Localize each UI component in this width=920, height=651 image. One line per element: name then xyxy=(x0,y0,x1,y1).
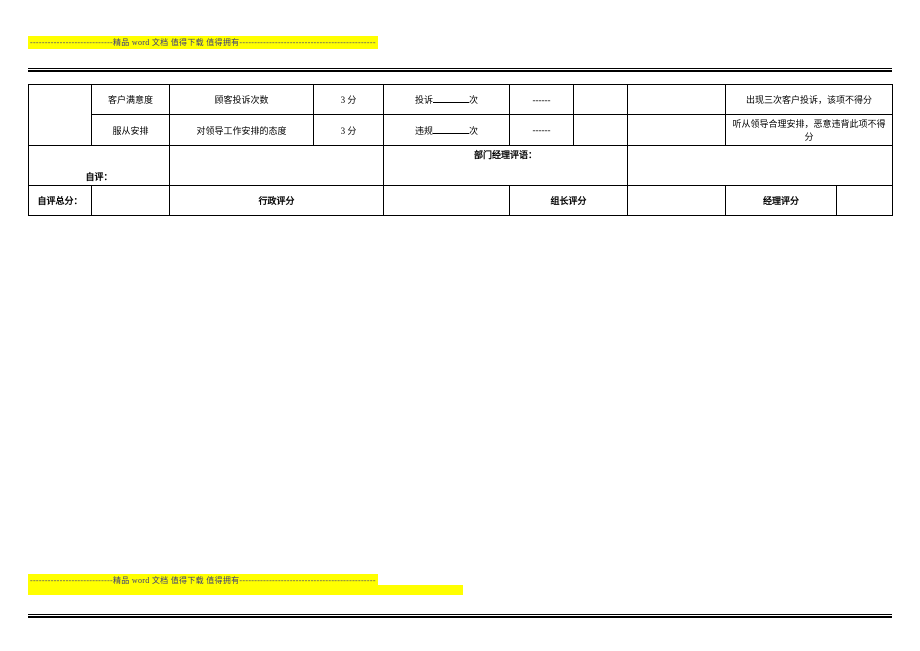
cell-label: 服从安排 xyxy=(92,115,170,146)
table-row: 服从安排 对领导工作安排的态度 3 分 违规次 ------ 听从领导合理安排，… xyxy=(29,115,893,146)
cell-label: 客户满意度 xyxy=(92,85,170,115)
cell-dash: ------ xyxy=(510,115,574,146)
cell-metric: 顾客投诉次数 xyxy=(170,85,314,115)
header-highlight: ----------------------------精品 word 文档 值… xyxy=(28,36,378,49)
cell-dash: ------ xyxy=(510,85,574,115)
footer-highlight-2 xyxy=(28,585,463,595)
cell-self-eval-text xyxy=(170,146,384,186)
cell-admin-score-value xyxy=(384,186,510,216)
cell-blank xyxy=(628,85,726,115)
cell-count: 投诉次 xyxy=(384,85,510,115)
cell-admin-score-label: 行政评分 xyxy=(170,186,384,216)
evaluation-table: 客户满意度 顾客投诉次数 3 分 投诉次 ------ 出现三次客户投诉，该项不… xyxy=(28,84,893,216)
cell-blank xyxy=(574,85,628,115)
top-divider xyxy=(28,68,892,72)
table-row: 自评： 部门经理评语： xyxy=(29,146,893,186)
cell-manager-comment-label: 部门经理评语： xyxy=(384,146,628,186)
table-row: 客户满意度 顾客投诉次数 3 分 投诉次 ------ 出现三次客户投诉，该项不… xyxy=(29,85,893,115)
cell-self-eval-label: 自评： xyxy=(29,146,170,186)
bottom-divider xyxy=(28,614,892,618)
cell-rule: 听从领导合理安排，恶意违背此项不得分 xyxy=(726,115,893,146)
cell-manager-score-value xyxy=(837,188,888,213)
cell-self-total-value xyxy=(92,186,170,216)
cell-score: 3 分 xyxy=(314,115,384,146)
table-row: 自评总分： 行政评分 组长评分 经理评分 xyxy=(29,186,893,216)
cell-category-blank xyxy=(29,85,92,146)
cell-count: 违规次 xyxy=(384,115,510,146)
cell-manager-score: 经理评分 xyxy=(726,186,893,216)
cell-blank xyxy=(574,115,628,146)
cell-leader-score-label: 组长评分 xyxy=(510,186,628,216)
cell-manager-comment-text xyxy=(628,146,893,186)
cell-score: 3 分 xyxy=(314,85,384,115)
cell-manager-score-label: 经理评分 xyxy=(726,186,837,215)
cell-blank xyxy=(628,115,726,146)
cell-rule: 出现三次客户投诉，该项不得分 xyxy=(726,85,893,115)
cell-leader-score-value xyxy=(628,186,726,216)
cell-self-total-label: 自评总分： xyxy=(29,186,92,216)
cell-metric: 对领导工作安排的态度 xyxy=(170,115,314,146)
